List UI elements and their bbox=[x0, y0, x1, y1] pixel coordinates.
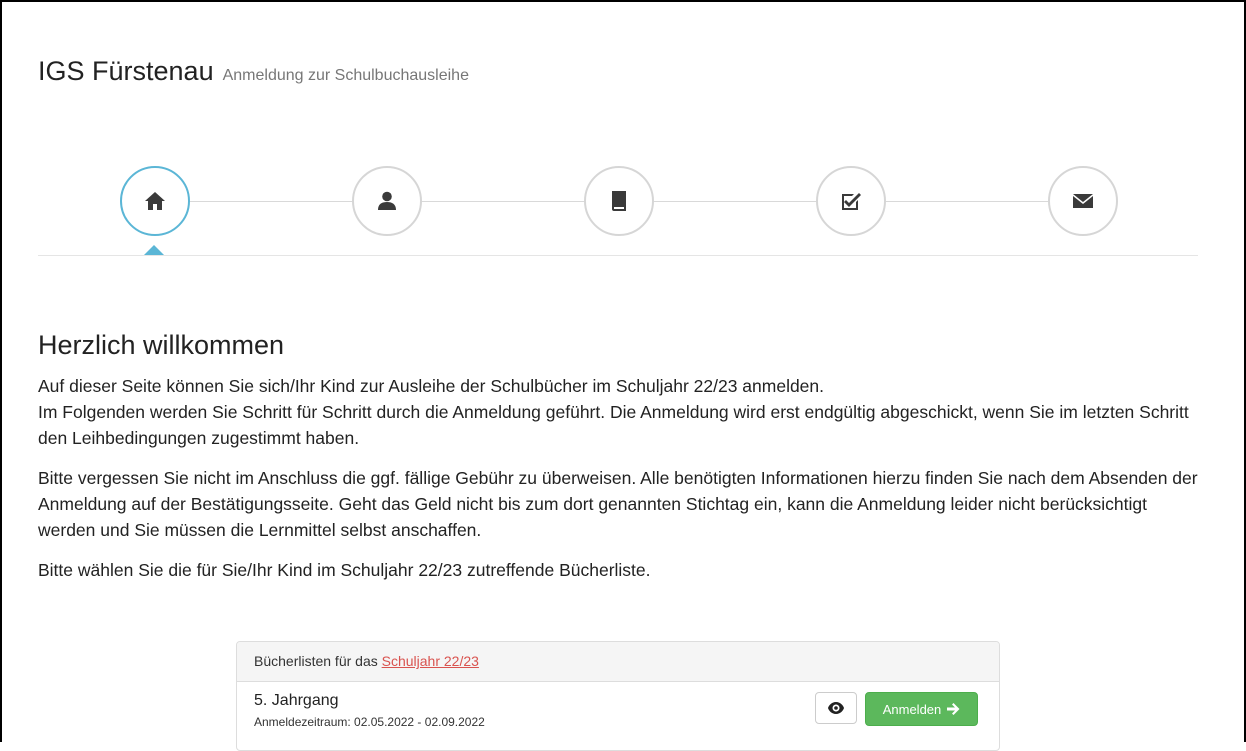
intro-paragraph: Auf dieser Seite können Sie sich/Ihr Kin… bbox=[38, 373, 1208, 451]
wizard-step-user[interactable] bbox=[352, 166, 422, 236]
checkbox-icon bbox=[842, 193, 861, 210]
wizard-step-submit[interactable] bbox=[1048, 166, 1118, 236]
view-booklist-button[interactable] bbox=[815, 692, 857, 724]
envelope-icon bbox=[1073, 194, 1093, 208]
wizard-steps bbox=[38, 160, 1198, 260]
active-step-pointer bbox=[144, 245, 164, 255]
arrow-right-icon bbox=[947, 703, 960, 715]
register-button-label: Anmelden bbox=[882, 701, 942, 717]
user-icon bbox=[378, 191, 396, 210]
wizard-step-books[interactable] bbox=[584, 166, 654, 236]
register-button[interactable]: Anmelden bbox=[865, 692, 978, 726]
school-year-link[interactable]: Schuljahr 22/23 bbox=[382, 653, 479, 669]
brand-subtitle: Anmeldung zur Schulbuchausleihe bbox=[222, 67, 469, 84]
list-item: 5. Jahrgang Anmeldezeitraum: 02.05.2022 … bbox=[237, 682, 999, 742]
booklist-panel-heading: Bücherlisten für das Schuljahr 22/23 bbox=[237, 642, 999, 682]
wizard-step-home[interactable] bbox=[120, 166, 190, 236]
booklist-panel: Bücherlisten für das Schuljahr 22/23 5. … bbox=[236, 641, 1000, 751]
brand-title[interactable]: IGS Fürstenau bbox=[38, 56, 214, 87]
booklist-heading-text: Bücherlisten für das bbox=[254, 653, 378, 669]
home-icon bbox=[145, 192, 165, 210]
intro-text-line2: Im Folgenden werden Sie Schritt für Schr… bbox=[38, 402, 1189, 448]
welcome-heading: Herzlich willkommen bbox=[38, 330, 285, 360]
fee-paragraph: Bitte vergessen Sie nicht im Anschluss d… bbox=[38, 468, 1198, 540]
page-header: IGS Fürstenau Anmeldung zur Schulbuchaus… bbox=[38, 56, 469, 87]
eye-icon bbox=[828, 702, 844, 714]
main-content: Herzlich willkommen Auf dieser Seite kön… bbox=[38, 330, 1208, 597]
intro-text-line1: Auf dieser Seite können Sie sich/Ihr Kin… bbox=[38, 376, 825, 396]
select-list-paragraph: Bitte wählen Sie die für Sie/Ihr Kind im… bbox=[38, 560, 651, 580]
wizard-divider bbox=[38, 255, 1198, 256]
wizard-step-confirm[interactable] bbox=[816, 166, 886, 236]
book-icon bbox=[612, 191, 626, 211]
